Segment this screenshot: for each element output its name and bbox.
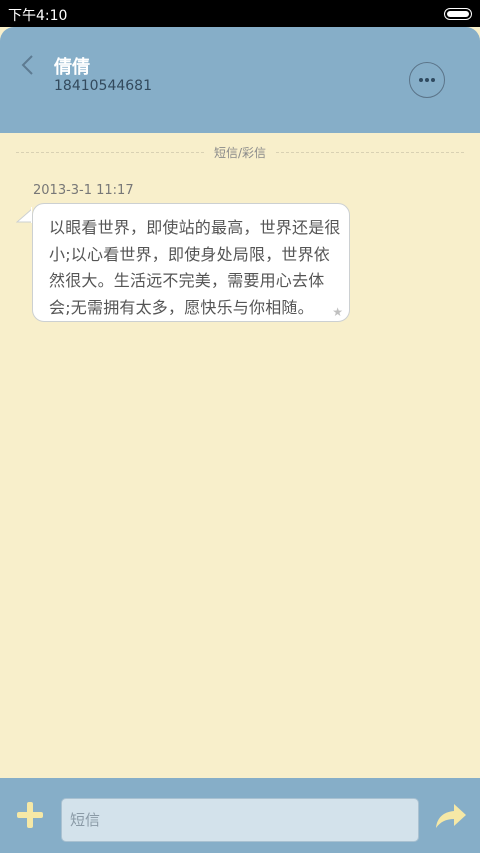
status-time: 下午4:10: [8, 8, 68, 24]
message-input[interactable]: [61, 798, 419, 842]
composer-bar: [0, 778, 480, 853]
status-bar: 下午4:10: [0, 0, 480, 27]
message-bubble[interactable]: 以眼看世界，即使站的最高，世界还是很小;以心看世界，即使身处局限，世界依然很大。…: [32, 203, 350, 322]
conversation-header: 倩倩 18410544681: [0, 27, 480, 133]
message-text: 以眼看世界，即使站的最高，世界还是很小;以心看世界，即使身处局限，世界依然很大。…: [49, 218, 341, 317]
contact-number: 18410544681: [54, 78, 152, 94]
bubble-tail: [16, 207, 32, 223]
contact-name: 倩倩: [54, 57, 90, 78]
add-attachment-button[interactable]: [16, 801, 44, 829]
battery-icon: [444, 8, 472, 20]
message-type-label: 短信/彩信: [0, 144, 480, 161]
message-timestamp: 2013-3-1 11:17: [33, 183, 134, 198]
more-dots-icon: [419, 78, 423, 82]
star-icon[interactable]: ★: [332, 305, 343, 319]
send-arrow-icon[interactable]: [434, 802, 468, 830]
more-options-button[interactable]: [409, 62, 445, 98]
back-chevron-icon[interactable]: [18, 52, 40, 80]
